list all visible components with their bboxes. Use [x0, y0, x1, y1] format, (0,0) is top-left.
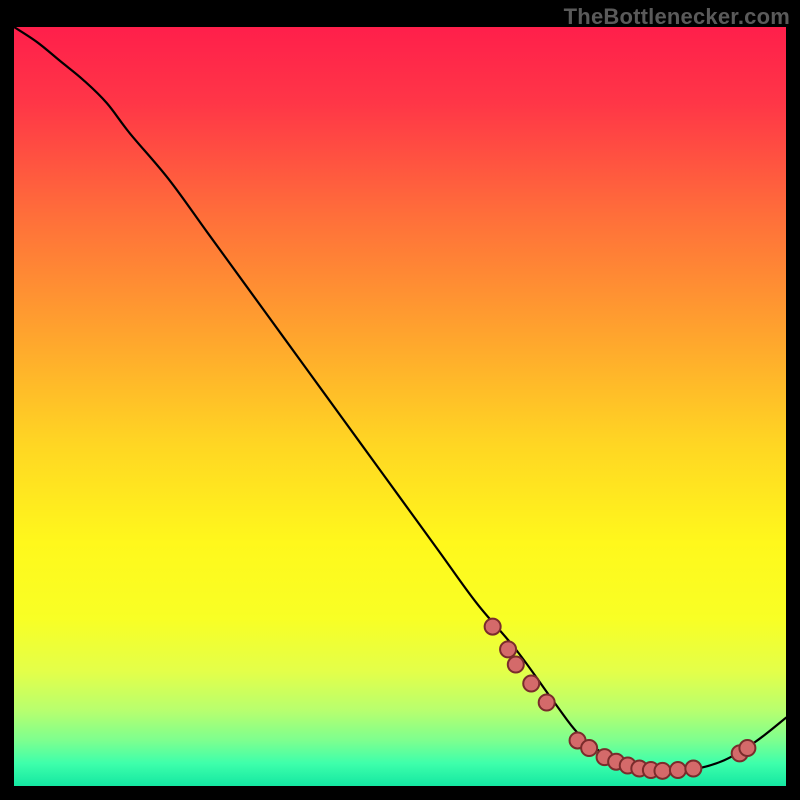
chart-marker — [523, 676, 539, 692]
chart-marker — [685, 761, 701, 777]
chart-svg — [14, 27, 786, 786]
chart-marker — [485, 619, 501, 635]
chart-marker — [508, 657, 524, 673]
chart-plot-area — [14, 27, 786, 786]
chart-marker — [739, 740, 755, 756]
chart-marker — [654, 763, 670, 779]
chart-frame: TheBottlenecker.com — [0, 0, 800, 800]
chart-marker — [670, 762, 686, 778]
chart-marker — [500, 641, 516, 657]
chart-background — [14, 27, 786, 786]
chart-marker — [539, 695, 555, 711]
chart-marker — [581, 740, 597, 756]
